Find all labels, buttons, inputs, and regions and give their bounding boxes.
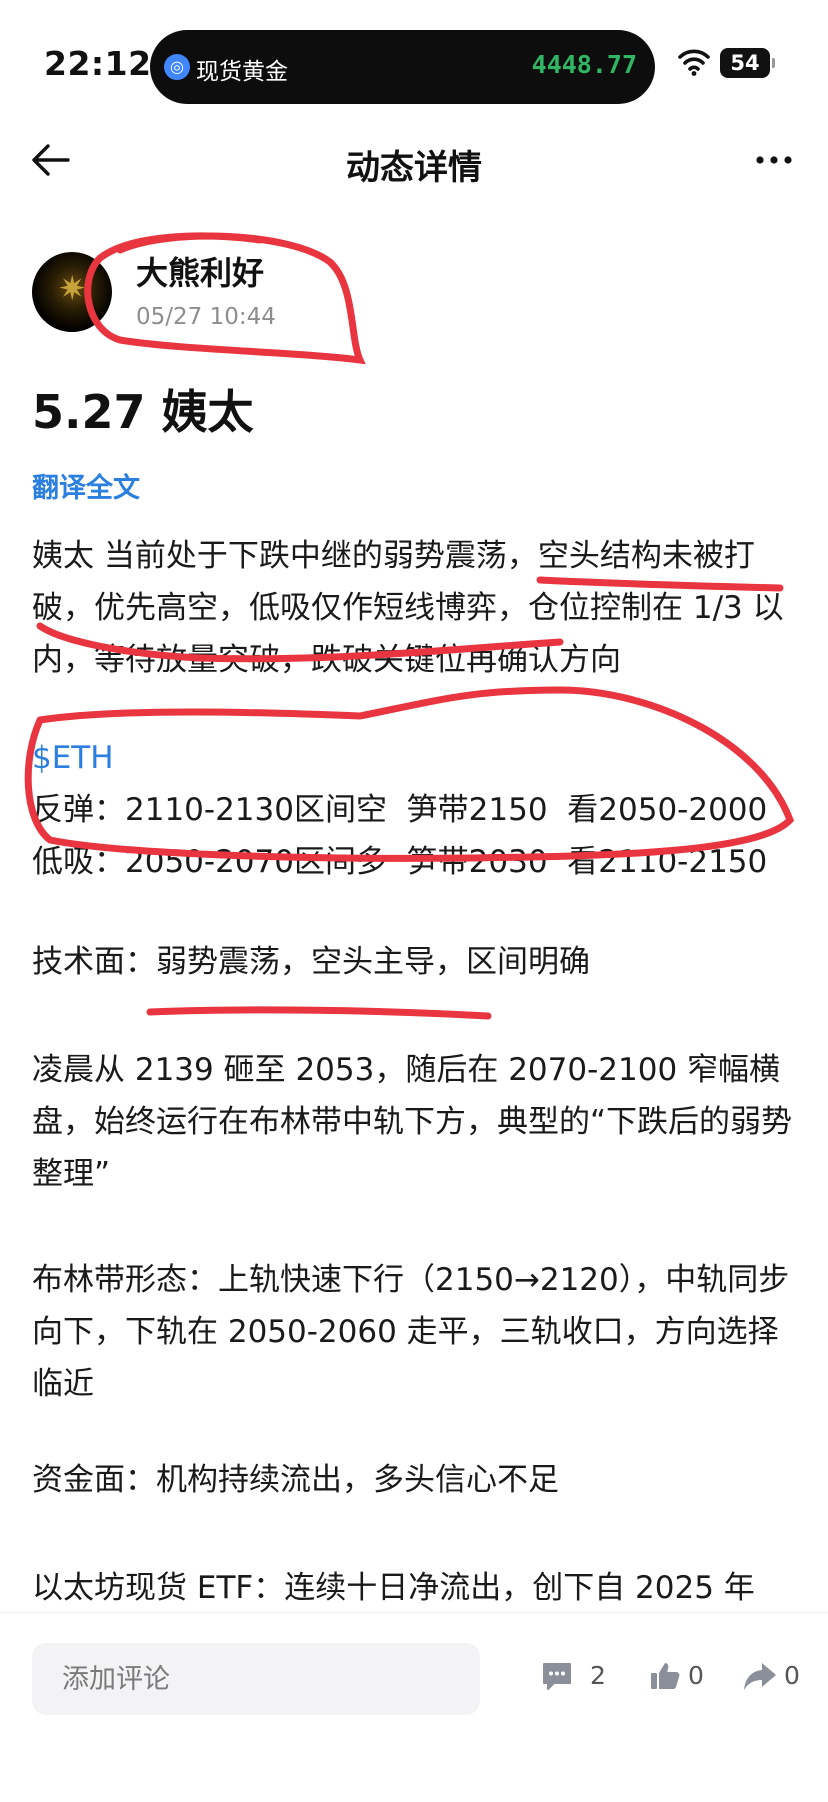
paragraph-funds: 资金面：机构持续流出，多头信心不足 (32, 1462, 559, 1498)
like-button[interactable]: 0 (648, 1659, 718, 1699)
author-name[interactable]: 大熊利好 (136, 248, 264, 294)
comment-count: 2 (590, 1661, 606, 1690)
low-buy-line: 低吸：2050-2070区间多 笋带2030 看2110-2150 (32, 844, 768, 880)
bottom-action-bar: 2 0 0 (0, 1612, 828, 1802)
comment-input[interactable] (32, 1643, 480, 1715)
thumbs-up-icon (651, 1663, 680, 1689)
post-timestamp: 05/27 10:44 (136, 304, 276, 330)
share-arrow-icon (744, 1663, 776, 1690)
dynamic-island-ticker[interactable]: ◎ 现货黄金 4448.77 (150, 30, 655, 104)
nav-bar: 动态详情 (0, 120, 828, 200)
comment-button[interactable]: 2 (540, 1659, 610, 1699)
tech-summary: 技术面：弱势震荡，空头主导，区间明确 (32, 944, 590, 980)
paragraph-market-move: 凌晨从 2139 砸至 2053，随后在 2070-2100 窄幅横盘，始终运行… (32, 1052, 793, 1192)
status-time: 22:12 (44, 44, 152, 83)
translate-link[interactable]: 翻译全文 (32, 466, 140, 505)
rebound-line: 反弹：2110-2130区间空 笋带2150 看2050-2000 (32, 792, 768, 828)
author-avatar[interactable]: ✷ (32, 252, 112, 332)
paragraph-bollinger: 布林带形态：上轨快速下行（2150→2120），中轨同步向下，下轨在 2050-… (32, 1262, 790, 1402)
more-options-icon[interactable] (752, 138, 796, 182)
eth-hashtag-link[interactable]: $ETH (32, 740, 114, 776)
ticker-name: 现货黄金 (196, 59, 288, 85)
battery-icon: 54 (720, 48, 775, 78)
ticker-price: 4448.77 (531, 50, 637, 79)
status-bar: 22:12 ◎ 现货黄金 4448.77 54 (0, 0, 828, 130)
share-button[interactable]: 0 (742, 1659, 812, 1699)
comment-bubble-icon (543, 1663, 571, 1690)
share-count: 0 (784, 1661, 800, 1690)
post-intro: 姨太 当前处于下跌中继的弱势震荡，空头结构未被打破，优先高空，低吸仅作短线博弈，… (32, 538, 784, 678)
app-logo-icon: ◎ (164, 54, 190, 80)
underline-mark-tech (146, 1006, 492, 1020)
paragraph-etf: 以太坊现货 ETF：连续十日净流出，创下自 2025 年 (32, 1570, 755, 1606)
red-annotation-markings (24, 232, 795, 1020)
avatar-figure-icon: ✷ (58, 269, 87, 309)
like-count: 0 (688, 1661, 704, 1690)
wifi-icon (678, 49, 710, 76)
page-title: 动态详情 (346, 148, 482, 188)
post-title: 5.27 姨太 (32, 385, 254, 439)
